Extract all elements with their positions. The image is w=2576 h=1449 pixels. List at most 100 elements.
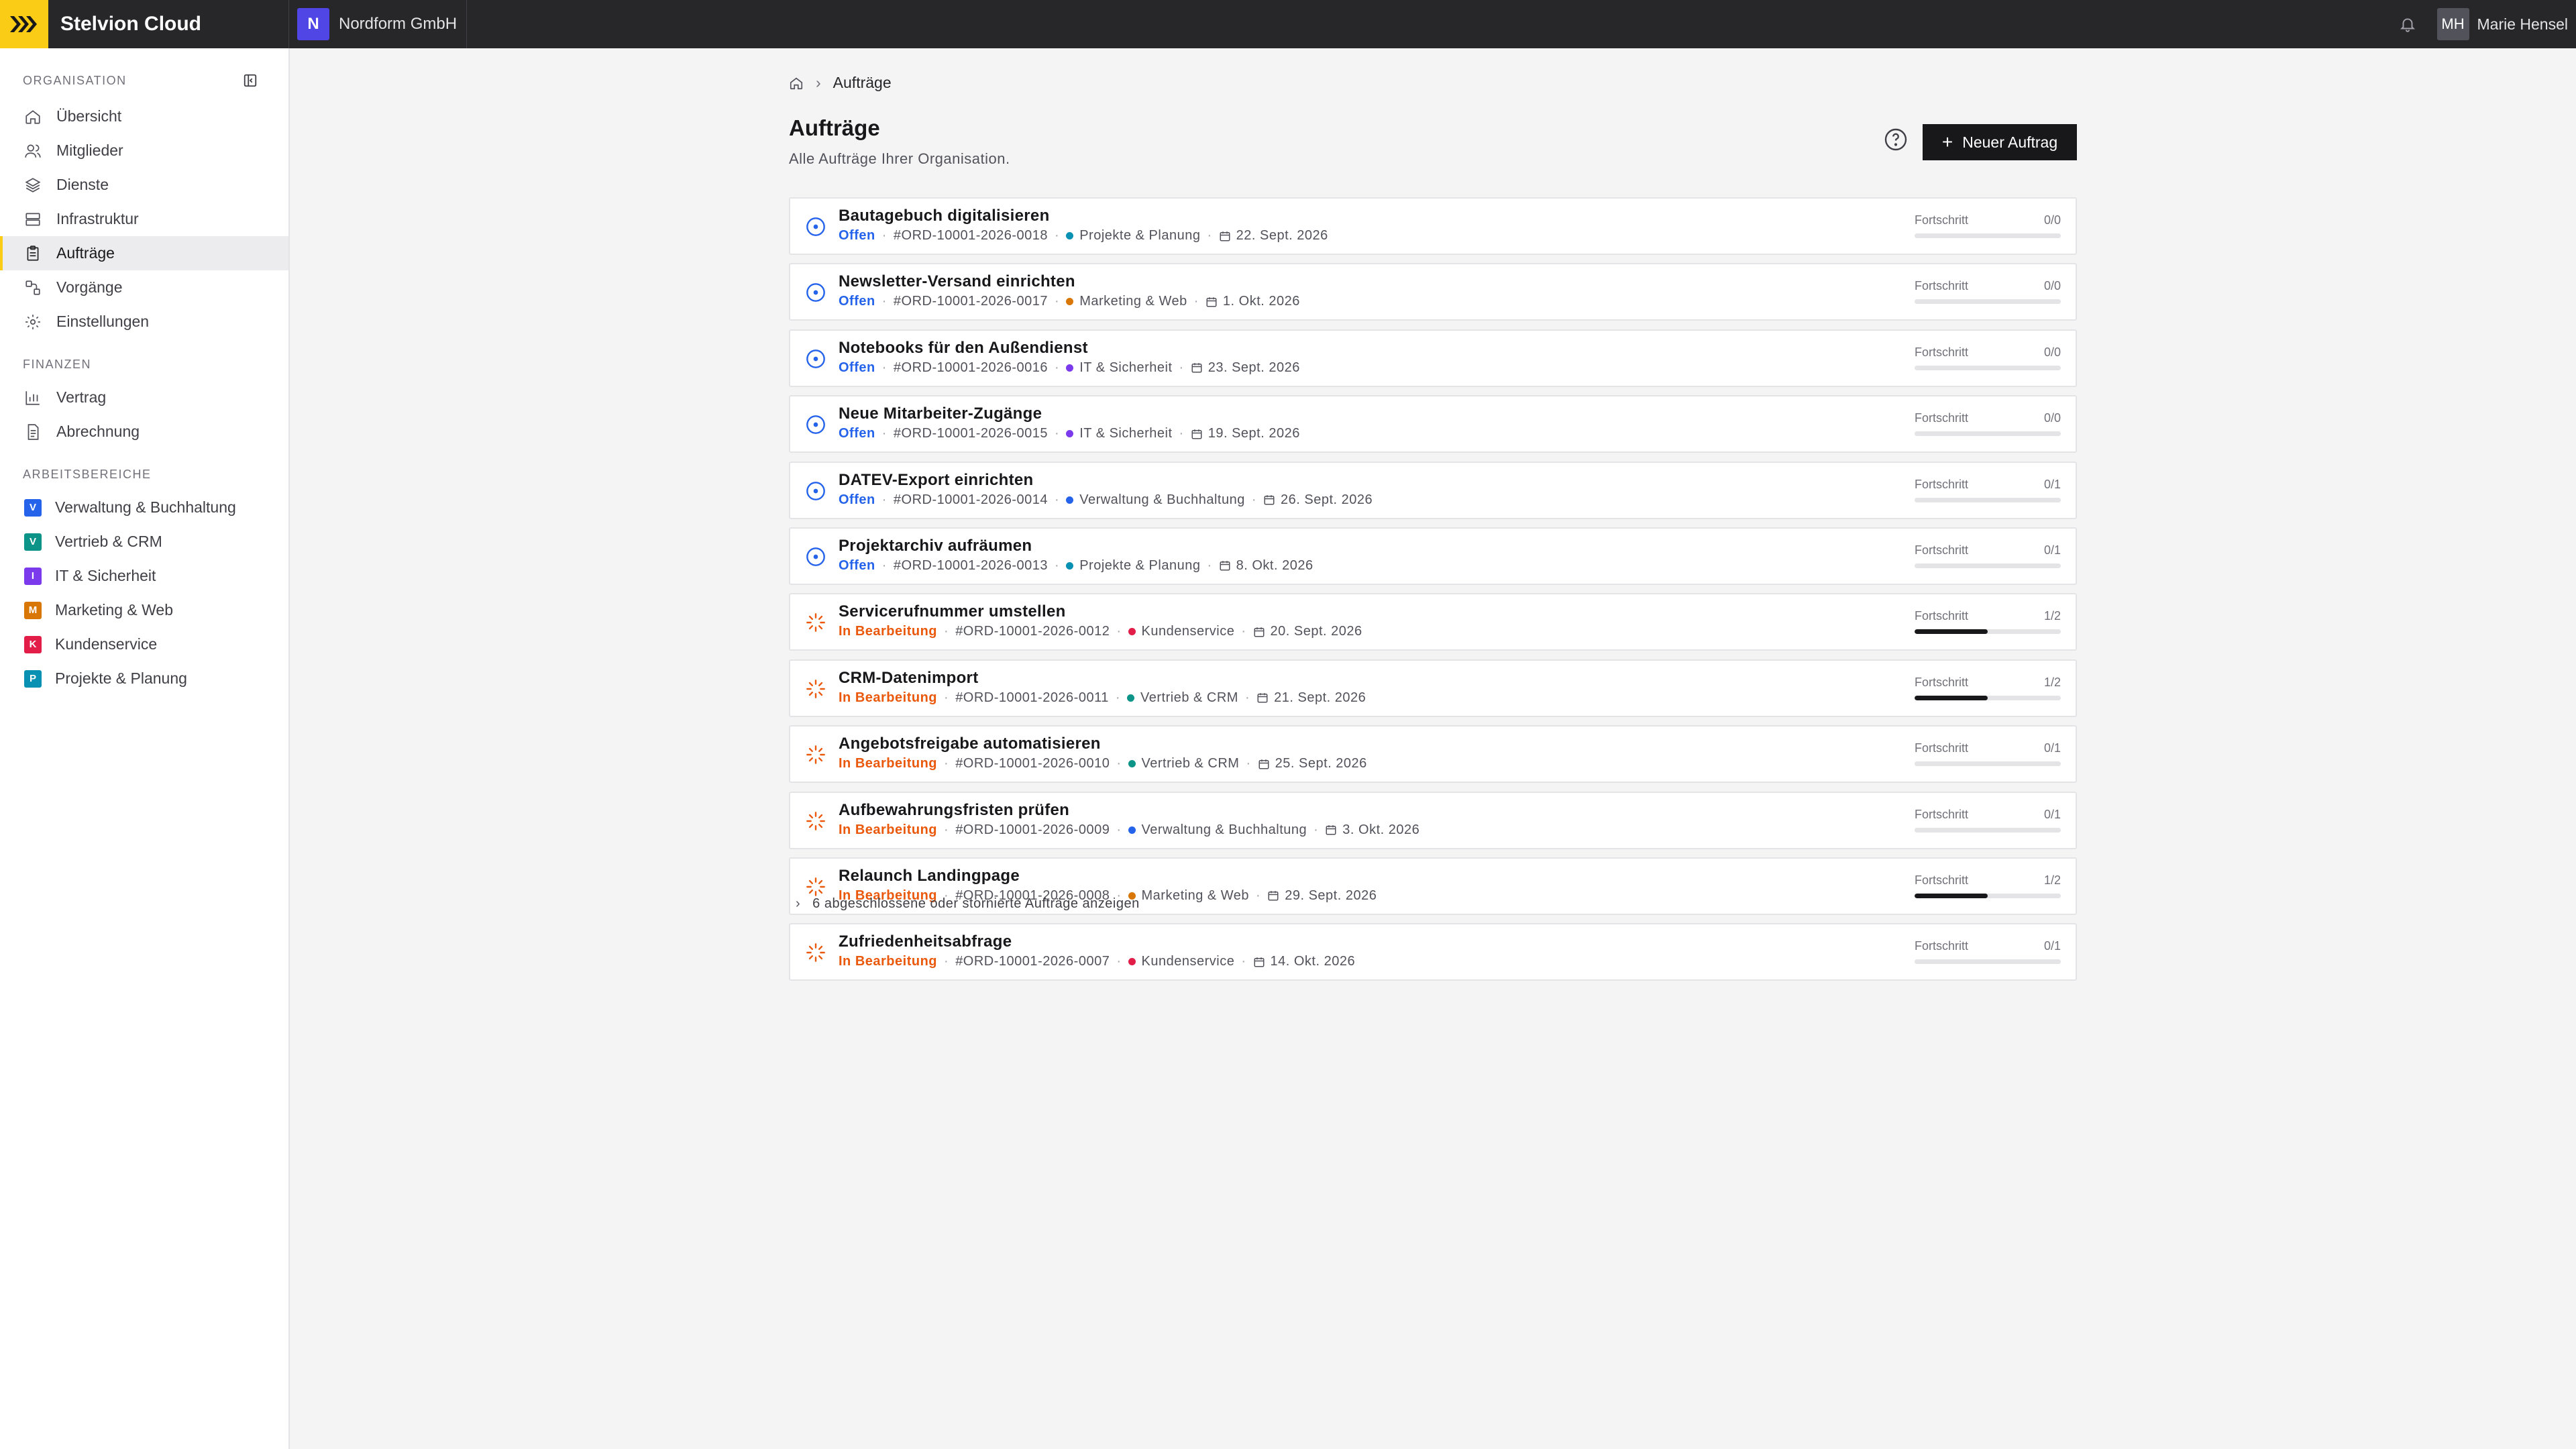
collapse-sidebar-icon[interactable] xyxy=(243,73,258,88)
progress-count: 0/0 xyxy=(2043,279,2061,293)
progress-fill xyxy=(1915,893,1988,898)
sidebar-item-auftraege[interactable]: Aufträge xyxy=(0,236,288,270)
notifications-bell-icon[interactable] xyxy=(2392,8,2424,40)
order-title[interactable]: Angebotsfreigabe automatisieren xyxy=(839,735,1101,753)
show-closed-orders-label: 6 abgeschlossene oder stornierte Aufträg… xyxy=(812,896,1140,911)
order-title[interactable]: Relaunch Landingpage xyxy=(839,867,1020,885)
separator: · xyxy=(1055,557,1060,573)
workspace-badge: I xyxy=(24,567,42,585)
order-date: 26. Sept. 2026 xyxy=(1281,492,1373,507)
sidebar-item-vertrag[interactable]: Vertrag xyxy=(0,380,288,415)
sidebar-item-uebersicht[interactable]: Übersicht xyxy=(0,99,288,133)
order-title[interactable]: Aufbewahrungsfristen prüfen xyxy=(839,801,1069,820)
help-icon[interactable] xyxy=(1884,127,1908,152)
sidebar-item-infrastruktur[interactable]: Infrastruktur xyxy=(0,202,288,236)
status-open-icon xyxy=(805,546,826,568)
status-badge: Offen xyxy=(839,294,875,309)
order-row[interactable]: Notebooks für den Außendienst Offen · #ORD-… xyxy=(789,329,2077,387)
progress-count: 0/1 xyxy=(2043,939,2061,953)
sidebar-item-workspace[interactable]: V Vertrieb & CRM xyxy=(0,525,288,559)
section-label: ARBEITSBEREICHE xyxy=(23,467,152,481)
order-progress: Fortschritt 0/0 xyxy=(1915,213,2061,238)
sidebar-item-abrechnung[interactable]: Abrechnung xyxy=(0,415,288,449)
order-workspace: Marketing & Web xyxy=(1141,888,1250,903)
status-open-icon xyxy=(805,480,826,502)
status-badge: Offen xyxy=(839,557,875,573)
order-row[interactable]: Bautagebuch digitalisieren Offen · #ORD-100… xyxy=(789,197,2077,255)
calendar-icon xyxy=(1191,362,1203,374)
sidebar-item-vorgaenge[interactable]: Vorgänge xyxy=(0,270,288,305)
org-switcher[interactable]: N Nordform GmbH xyxy=(288,0,468,48)
sidebar-item-workspace[interactable]: M Marketing & Web xyxy=(0,593,288,627)
status-open-icon xyxy=(805,348,826,370)
order-meta: In Bearbeitung · #ORD-10001-2026-0012 · Kund… xyxy=(839,624,1362,639)
new-order-button[interactable]: + Neuer Auftrag xyxy=(1923,124,2077,160)
progress-track xyxy=(1915,233,2061,238)
progress-count: 0/1 xyxy=(2043,543,2061,557)
order-id: #ORD-10001-2026-0009 xyxy=(955,822,1110,837)
sidebar-item-workspace[interactable]: V Verwaltung & Buchhaltung xyxy=(0,490,288,525)
order-workspace: IT & Sicherheit xyxy=(1079,426,1173,441)
sidebar-item-label: Übersicht xyxy=(56,107,122,125)
separator: · xyxy=(1313,822,1319,837)
sidebar-item-workspace[interactable]: I IT & Sicherheit xyxy=(0,559,288,593)
order-title[interactable]: DATEV-Export einrichten xyxy=(839,471,1034,490)
brand-logo[interactable] xyxy=(0,0,48,48)
order-title[interactable]: Projektarchiv aufräumen xyxy=(839,537,1032,555)
order-title[interactable]: Neue Mitarbeiter-Zugänge xyxy=(839,405,1042,423)
separator: · xyxy=(1055,228,1060,243)
order-id: #ORD-10001-2026-0007 xyxy=(955,954,1110,969)
order-row[interactable]: Projektarchiv aufräumen Offen · #ORD-10001-… xyxy=(789,527,2077,585)
order-id: #ORD-10001-2026-0012 xyxy=(955,624,1110,639)
order-workspace: Projekte & Planung xyxy=(1079,228,1201,243)
order-row[interactable]: Servicerufnummer umstellen In Bearbeitung… xyxy=(789,593,2077,651)
sidebar-item-workspace[interactable]: P Projekte & Planung xyxy=(0,661,288,696)
order-title[interactable]: Notebooks für den Außendienst xyxy=(839,339,1088,358)
order-title[interactable]: Newsletter-Versand einrichten xyxy=(839,272,1075,291)
progress-label: Fortschritt xyxy=(1915,279,1969,293)
gear-icon xyxy=(23,312,43,332)
workspace-dot xyxy=(1128,628,1136,636)
order-progress: Fortschritt 0/0 xyxy=(1915,279,2061,305)
order-workspace: Vertrieb & CRM xyxy=(1141,756,1240,771)
calendar-icon xyxy=(1205,296,1218,308)
workspace-dot xyxy=(1066,430,1074,438)
sidebar-item-label: Verwaltung & Buchhaltung xyxy=(55,498,236,516)
sidebar-section-arbeitsbereiche: ARBEITSBEREICHE xyxy=(0,462,288,486)
sidebar-item-dienste[interactable]: Dienste xyxy=(0,168,288,202)
progress-count: 0/0 xyxy=(2043,411,2061,425)
order-row[interactable]: DATEV-Export einrichten Offen · #ORD-10001-… xyxy=(789,461,2077,519)
sidebar-item-einstellungen[interactable]: Einstellungen xyxy=(0,305,288,339)
order-meta: In Bearbeitung · #ORD-10001-2026-0007 · Kund… xyxy=(839,954,1355,969)
order-row[interactable]: Zufriedenheitsabfrage In Bearbeitung · #ORD… xyxy=(789,923,2077,981)
status-open-icon xyxy=(805,282,826,303)
order-title[interactable]: Bautagebuch digitalisieren xyxy=(839,207,1050,225)
order-meta: In Bearbeitung · #ORD-10001-2026-0010 · Vert… xyxy=(839,756,1367,771)
order-row[interactable]: CRM-Datenimport In Bearbeitung · #ORD-10001… xyxy=(789,659,2077,717)
order-row[interactable]: Newsletter-Versand einrichten Offen · #ORD-… xyxy=(789,263,2077,321)
separator: · xyxy=(944,822,949,837)
separator: · xyxy=(1244,690,1250,705)
progress-fill xyxy=(1915,695,1988,700)
progress-label: Fortschritt xyxy=(1915,345,1969,359)
order-row[interactable]: Angebotsfreigabe automatisieren In Bearbe… xyxy=(789,725,2077,784)
sidebar-item-workspace[interactable]: K Kundenservice xyxy=(0,627,288,661)
order-title[interactable]: CRM-Datenimport xyxy=(839,669,979,688)
show-closed-orders-toggle[interactable]: › 6 abgeschlossene oder stornierte Auftr… xyxy=(796,896,1140,912)
separator: · xyxy=(1116,624,1122,639)
order-row[interactable]: Neue Mitarbeiter-Zugänge Offen · #ORD-10001… xyxy=(789,395,2077,453)
status-in-progress-icon xyxy=(805,876,826,898)
user-name[interactable]: Marie Hensel xyxy=(2477,15,2569,34)
workspace-dot xyxy=(1066,496,1074,504)
status-badge: Offen xyxy=(839,492,875,507)
order-workspace: Projekte & Planung xyxy=(1079,557,1201,573)
user-avatar[interactable]: MH xyxy=(2436,8,2469,40)
order-title[interactable]: Servicerufnummer umstellen xyxy=(839,602,1066,621)
home-breadcrumb-icon[interactable] xyxy=(789,76,804,91)
workspace-dot xyxy=(1066,364,1074,372)
sidebar-item-mitglieder[interactable]: Mitglieder xyxy=(0,133,288,168)
order-title[interactable]: Zufriedenheitsabfrage xyxy=(839,932,1012,951)
order-row[interactable]: Aufbewahrungsfristen prüfen In Bearbeitun… xyxy=(789,791,2077,849)
separator: · xyxy=(944,954,949,969)
separator: · xyxy=(881,492,887,507)
